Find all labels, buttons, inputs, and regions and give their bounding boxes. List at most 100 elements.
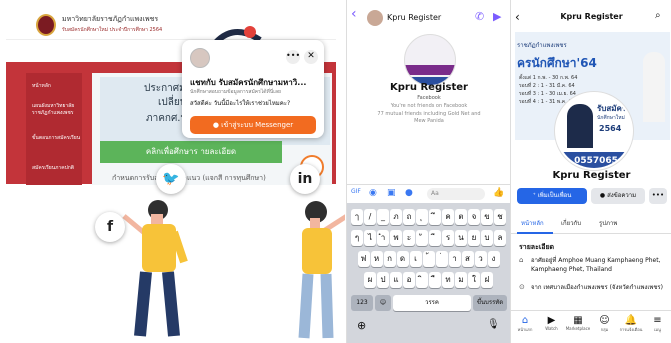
- key[interactable]: ร: [442, 230, 454, 246]
- message-button[interactable]: ● ส่งข้อความ: [591, 188, 645, 204]
- popup-subtitle: นักศึกษาสอบถามข้อมูลการสมัครได้ที่นี่เลย: [190, 89, 281, 95]
- key[interactable]: ช: [494, 209, 506, 225]
- key[interactable]: ใ: [468, 272, 480, 288]
- twitter-icon[interactable]: 🐦: [156, 164, 186, 194]
- nav-item[interactable]: ⌂ หน้าแรก: [512, 315, 538, 333]
- nav-item[interactable]: ▶ Watch: [539, 315, 565, 331]
- key[interactable]: ไ: [364, 230, 376, 246]
- globe-icon[interactable]: ⊕: [357, 319, 366, 332]
- nav-icon: 🔔: [624, 315, 638, 326]
- nav-item[interactable]: ≡ เมนู: [645, 315, 671, 333]
- video-call-icon[interactable]: ▶: [493, 10, 501, 23]
- nav-item[interactable]: ▦ Marketplace: [565, 315, 591, 331]
- key[interactable]: จ: [468, 209, 480, 225]
- menu-item-steps[interactable]: ขั้นตอนการสมัครเรียน: [32, 135, 82, 142]
- mic-icon[interactable]: ●: [405, 188, 413, 198]
- more-button[interactable]: •••: [649, 188, 667, 204]
- key[interactable]: า: [448, 251, 461, 267]
- key[interactable]: /: [364, 209, 376, 225]
- menu-item-map[interactable]: แผนผังมหาวิทยาลัยราชภัฏกำแพงเพชร: [32, 103, 82, 117]
- close-icon[interactable]: ✕: [304, 50, 318, 64]
- tab-about[interactable]: เกี่ยวกับ: [561, 218, 581, 228]
- woman-figure: [298, 201, 345, 339]
- search-icon[interactable]: ⌕: [655, 10, 661, 21]
- numbers-key[interactable]: 123: [351, 295, 373, 311]
- add-friend-label: เพิ่มเป็นเพื่อน: [537, 192, 572, 199]
- back-icon[interactable]: ‹: [351, 6, 357, 22]
- key[interactable]: ก: [383, 251, 396, 267]
- nav-item[interactable]: ☺ กลุ่ม: [592, 315, 618, 333]
- key[interactable]: ุ: [416, 209, 428, 225]
- key[interactable]: ด: [396, 251, 409, 267]
- return-key[interactable]: ขึ้นบรรทัด: [473, 295, 507, 311]
- key[interactable]: ม: [455, 272, 467, 288]
- nav-label: หน้าแรก: [517, 327, 533, 332]
- key[interactable]: ค: [442, 209, 454, 225]
- menu-item-apply[interactable]: สมัครเรียนภาคปกติ: [32, 165, 82, 172]
- details-button[interactable]: คลิกเพื่อศึกษาร ายละเอียด: [100, 141, 282, 163]
- platform-label: Facebook: [417, 95, 441, 101]
- mutual-friends: 77 mutual friends including Gold Net and…: [377, 111, 481, 124]
- key[interactable]: ้: [422, 251, 435, 267]
- facebook-icon[interactable]: f: [95, 212, 125, 242]
- camera-icon[interactable]: ◉: [369, 188, 377, 198]
- gif-icon[interactable]: GIF: [351, 188, 361, 195]
- nav-item[interactable]: 🔔 การแจ้งเตือน: [618, 315, 644, 333]
- key[interactable]: ง: [487, 251, 500, 267]
- tab-home[interactable]: หน้าหลัก: [521, 218, 544, 228]
- key[interactable]: ต: [455, 209, 467, 225]
- key[interactable]: พ: [390, 230, 402, 246]
- profile-picture: [404, 34, 456, 86]
- key[interactable]: บ: [481, 230, 493, 246]
- key[interactable]: ฟ: [357, 251, 370, 267]
- key[interactable]: ภ: [390, 209, 402, 225]
- like-icon[interactable]: 👍: [493, 188, 504, 198]
- key[interactable]: แ: [390, 272, 402, 288]
- key[interactable]: ะ: [403, 230, 415, 246]
- key[interactable]: ึ: [429, 209, 441, 225]
- space-key[interactable]: วรรค: [393, 295, 471, 311]
- key[interactable]: ฝ: [481, 272, 493, 288]
- key[interactable]: ป: [377, 272, 389, 288]
- dictation-icon[interactable]: 🎙: [487, 319, 500, 330]
- menu-item-home[interactable]: หน้าหลัก: [32, 83, 82, 90]
- phone-icon[interactable]: ✆: [475, 10, 484, 23]
- tab-photos[interactable]: รูปภาพ: [599, 218, 617, 228]
- key[interactable]: เ: [409, 251, 422, 267]
- thai-keyboard: ๅ/_ภถุึคตจขชๆไำพะัีรนยบลฟหกดเ้่าสวงผปแอิ…: [347, 203, 511, 343]
- add-friend-button[interactable]: ⁺ เพิ่มเป็นเพื่อน: [517, 188, 587, 204]
- key[interactable]: ๅ: [351, 209, 363, 225]
- key[interactable]: ี: [429, 230, 441, 246]
- key[interactable]: ผ: [364, 272, 376, 288]
- profile-picture[interactable]: รับสมัคร นักศึกษาใหม่ 2564 0557065: [555, 92, 633, 170]
- key[interactable]: อ: [403, 272, 415, 288]
- emoji-key[interactable]: ☺: [375, 295, 391, 311]
- linkedin-icon[interactable]: in: [290, 164, 320, 194]
- image-icon[interactable]: ▣: [387, 188, 396, 198]
- key[interactable]: ย: [468, 230, 480, 246]
- key[interactable]: ห: [370, 251, 383, 267]
- key[interactable]: _: [377, 209, 389, 225]
- nav-icon: ☺: [599, 315, 610, 326]
- nav-icon: ≡: [653, 315, 662, 326]
- key[interactable]: ส: [461, 251, 474, 267]
- messenger-login-button[interactable]: ● เข้าสู่ระบบ Messenger: [190, 116, 316, 134]
- key[interactable]: น: [455, 230, 467, 246]
- key[interactable]: ๆ: [351, 230, 363, 246]
- key[interactable]: ่: [435, 251, 448, 267]
- cover-line: ตั้งแต่ 1 ก.พ. - 30 ก.พ. 64: [519, 75, 578, 81]
- message-label: ส่งข้อความ: [607, 192, 637, 199]
- key[interactable]: ื: [429, 272, 441, 288]
- more-options-icon[interactable]: •••: [286, 50, 300, 64]
- message-input[interactable]: Aa: [427, 188, 485, 200]
- key[interactable]: ท: [442, 272, 454, 288]
- details-heading: รายละเอียด: [519, 243, 555, 251]
- key[interactable]: ว: [474, 251, 487, 267]
- key[interactable]: ิ: [416, 272, 428, 288]
- key[interactable]: ำ: [377, 230, 389, 246]
- key[interactable]: ล: [494, 230, 506, 246]
- key[interactable]: ข: [481, 209, 493, 225]
- profile-text: 2564: [599, 124, 622, 133]
- key[interactable]: ถ: [403, 209, 415, 225]
- key[interactable]: ั: [416, 230, 428, 246]
